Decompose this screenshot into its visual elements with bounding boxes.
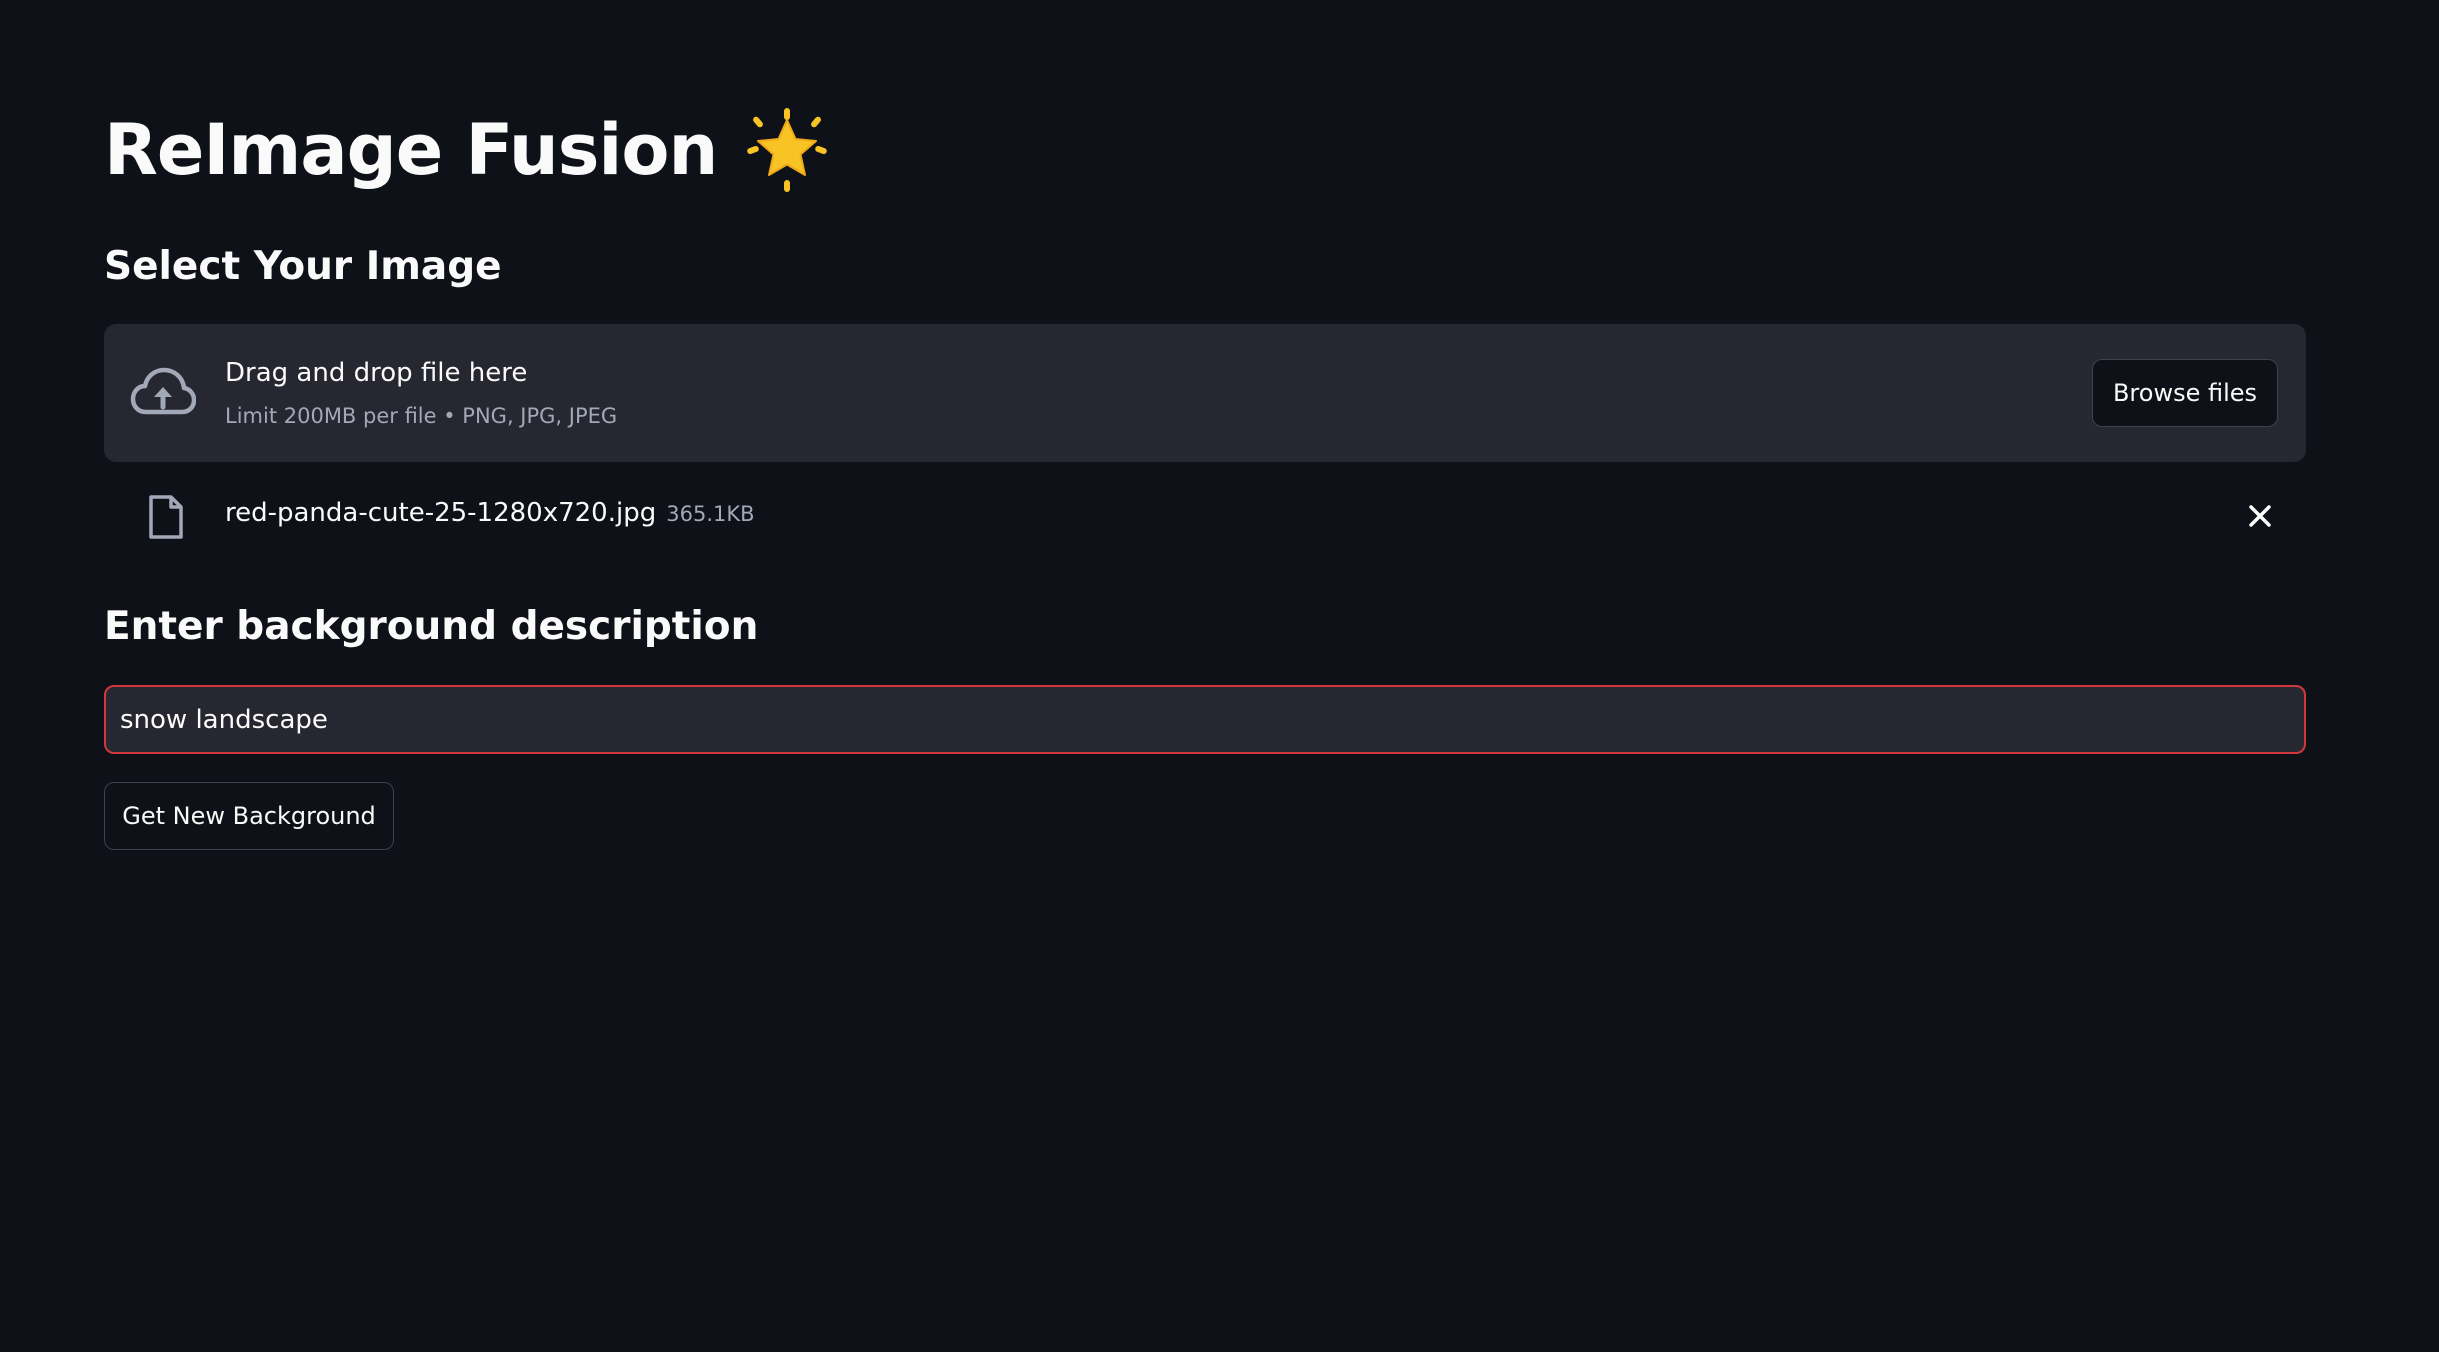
page-title: ReImage Fusion <box>104 109 718 191</box>
background-description-heading: Enter background description <box>104 604 759 649</box>
get-new-background-button[interactable]: Get New Background <box>104 782 394 850</box>
cloud-upload-icon <box>130 364 197 420</box>
file-dropzone[interactable]: Drag and drop file here Limit 200MB per … <box>104 324 2306 462</box>
app-title-row: ReImage Fusion <box>104 102 829 198</box>
uploaded-file-size: 365.1KB <box>666 502 755 526</box>
background-description-input[interactable] <box>104 685 2306 754</box>
glowing-star-icon <box>745 108 829 192</box>
browse-files-button[interactable]: Browse files <box>2092 359 2278 427</box>
select-image-heading: Select Your Image <box>104 244 502 289</box>
dropzone-limit-text: Limit 200MB per file • PNG, JPG, JPEG <box>225 404 618 428</box>
file-icon <box>146 494 186 540</box>
uploaded-file-item: red-panda-cute-25-1280x720.jpg 365.1KB <box>104 484 2306 548</box>
close-icon[interactable] <box>2242 498 2278 534</box>
dropzone-instructions: Drag and drop file here <box>225 358 528 388</box>
uploaded-file-name: red-panda-cute-25-1280x720.jpg <box>225 498 657 528</box>
uploaded-file-info: red-panda-cute-25-1280x720.jpg 365.1KB <box>225 498 755 528</box>
